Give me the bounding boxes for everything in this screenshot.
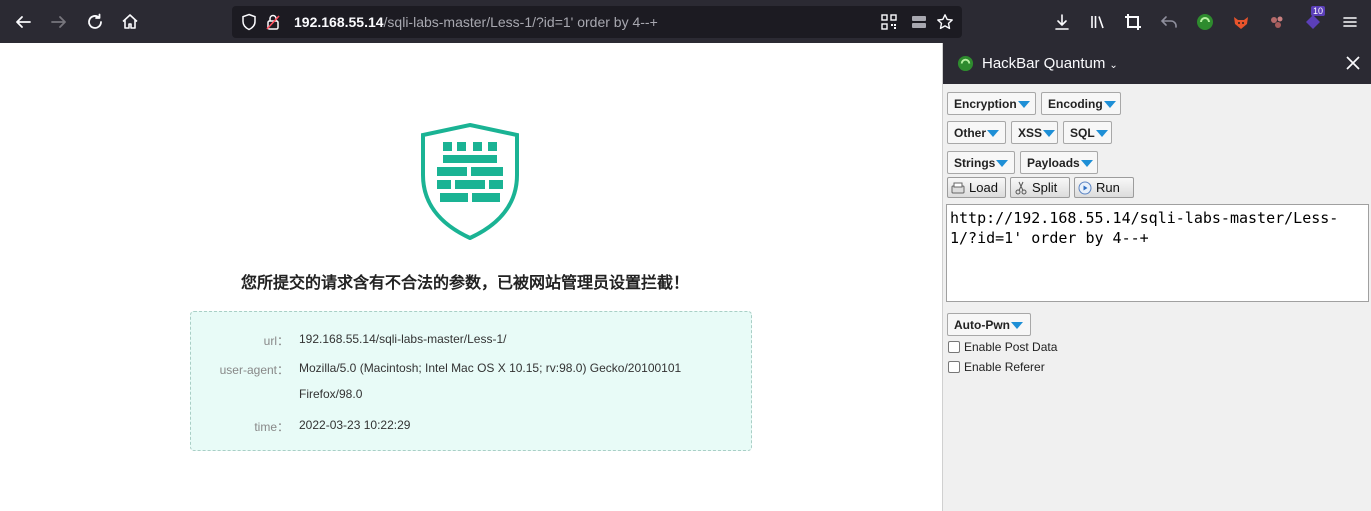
load-url-button[interactable]: Load [947, 177, 1006, 198]
tracking-shield-icon[interactable] [238, 11, 260, 33]
info-key-url: url： [263, 334, 289, 348]
encryption-menu-label: Encryption [954, 97, 1017, 111]
block-message: 您所提交的请求含有不合法的参数，已被网站管理员设置拦截！ [240, 273, 689, 292]
encoding-menu[interactable]: Encoding [1041, 92, 1121, 115]
dropdown-arrow-icon [1095, 130, 1108, 138]
dropdown-arrow-icon [1011, 322, 1023, 330]
download-icon[interactable] [1051, 11, 1073, 33]
url-host: 192.168.55.14 [294, 14, 384, 30]
dropdown-arrow-icon [1017, 101, 1030, 109]
post-data-checkbox[interactable] [948, 341, 960, 353]
info-value-user-agent: Mozilla/5.0 (Macintosh; Intel Mac OS X 1… [299, 361, 682, 401]
play-icon [1078, 181, 1092, 194]
referer-label: Enable Referer [964, 360, 1045, 374]
page-content: 您所提交的请求含有不合法的参数，已被网站管理员设置拦截！ url： 192.16… [0, 43, 942, 511]
dropdown-arrow-icon [1080, 160, 1093, 168]
enable-post-data-option[interactable]: Enable Post Data [948, 340, 1057, 354]
sql-menu[interactable]: SQL [1063, 121, 1112, 144]
hackbar-title-text: HackBar Quantum [982, 55, 1106, 72]
encryption-menu[interactable]: Encryption [947, 92, 1036, 115]
info-key-time: time： [254, 420, 289, 434]
cookie-extension-icon[interactable] [1266, 11, 1288, 33]
other-menu[interactable]: Other [947, 121, 1006, 144]
chevron-down-icon: ⌄ [1109, 60, 1118, 71]
browser-toolbar: 192.168.55.14/sqli-labs-master/Less-1/?i… [0, 0, 1371, 43]
auto-pwn-label: Auto-Pwn [954, 318, 1010, 332]
split-button-label: Split [1032, 180, 1058, 195]
close-icon[interactable] [1345, 55, 1361, 71]
url-text[interactable]: 192.168.55.14/sqli-labs-master/Less-1/?i… [294, 14, 658, 30]
forward-icon[interactable] [48, 11, 70, 33]
auto-pwn-menu[interactable]: Auto-Pwn [947, 313, 1031, 336]
hackbar-panel: HackBar Quantum ⌄ Encryption Encoding Oth… [942, 43, 1371, 511]
scissors-icon [1015, 181, 1027, 194]
extension-badge-count: 10 [1311, 6, 1326, 16]
split-url-button[interactable]: Split [1010, 177, 1070, 198]
info-value-url: 192.168.55.14/sqli-labs-master/Less-1/ [299, 332, 507, 346]
request-info-box: url： 192.168.55.14/sqli-labs-master/Less… [190, 311, 752, 451]
info-key-user-agent: user-agent： [219, 363, 289, 377]
info-value-time: 2022-03-23 10:22:29 [299, 418, 411, 432]
storage-icon[interactable] [908, 11, 930, 33]
reload-icon[interactable] [84, 11, 106, 33]
qr-code-icon[interactable] [878, 11, 900, 33]
url-textarea-value: http://192.168.55.14/sqli-labs-master/Le… [950, 209, 1339, 247]
payloads-menu-label: Payloads [1027, 156, 1080, 170]
url-textarea[interactable]: http://192.168.55.14/sqli-labs-master/Le… [946, 204, 1369, 302]
xss-menu[interactable]: XSS [1011, 121, 1058, 144]
xss-menu-label: XSS [1018, 126, 1043, 140]
enable-referer-option[interactable]: Enable Referer [948, 360, 1045, 374]
fox-extension-icon[interactable] [1230, 11, 1252, 33]
load-icon [951, 182, 965, 193]
dropdown-arrow-icon [996, 160, 1009, 168]
encoding-menu-label: Encoding [1048, 97, 1103, 111]
load-button-label: Load [969, 180, 998, 195]
dropdown-arrow-icon [1103, 101, 1116, 109]
undo-icon[interactable] [1158, 11, 1180, 33]
insecure-lock-icon[interactable] [262, 11, 284, 33]
referer-checkbox[interactable] [948, 361, 960, 373]
other-menu-label: Other [954, 126, 987, 140]
strings-menu-label: Strings [954, 156, 996, 170]
hackbar-logo-icon [957, 55, 974, 72]
run-button-label: Run [1096, 180, 1120, 195]
sql-menu-label: SQL [1070, 126, 1095, 140]
hackbar-extension-icon[interactable] [1194, 11, 1216, 33]
home-icon[interactable] [119, 11, 141, 33]
dropdown-arrow-icon [1043, 130, 1056, 138]
url-bar[interactable]: 192.168.55.14/sqli-labs-master/Less-1/?i… [232, 6, 962, 38]
hackbar-title[interactable]: HackBar Quantum ⌄ [982, 55, 1118, 72]
payloads-menu[interactable]: Payloads [1020, 151, 1098, 174]
menu-icon[interactable] [1339, 11, 1361, 33]
crop-icon[interactable] [1122, 11, 1144, 33]
hackbar-header: HackBar Quantum ⌄ [943, 43, 1371, 84]
back-icon[interactable] [12, 11, 34, 33]
firewall-shield-icon [421, 123, 519, 240]
badge-extension-icon[interactable]: 10 [1302, 6, 1326, 33]
url-path: /sqli-labs-master/Less-1/?id=1' order by… [383, 14, 658, 30]
run-button[interactable]: Run [1074, 177, 1134, 198]
post-data-label: Enable Post Data [964, 340, 1058, 354]
dropdown-arrow-icon [987, 130, 1000, 138]
bookmark-star-icon[interactable] [934, 11, 956, 33]
strings-menu[interactable]: Strings [947, 151, 1015, 174]
library-icon[interactable] [1087, 11, 1109, 33]
